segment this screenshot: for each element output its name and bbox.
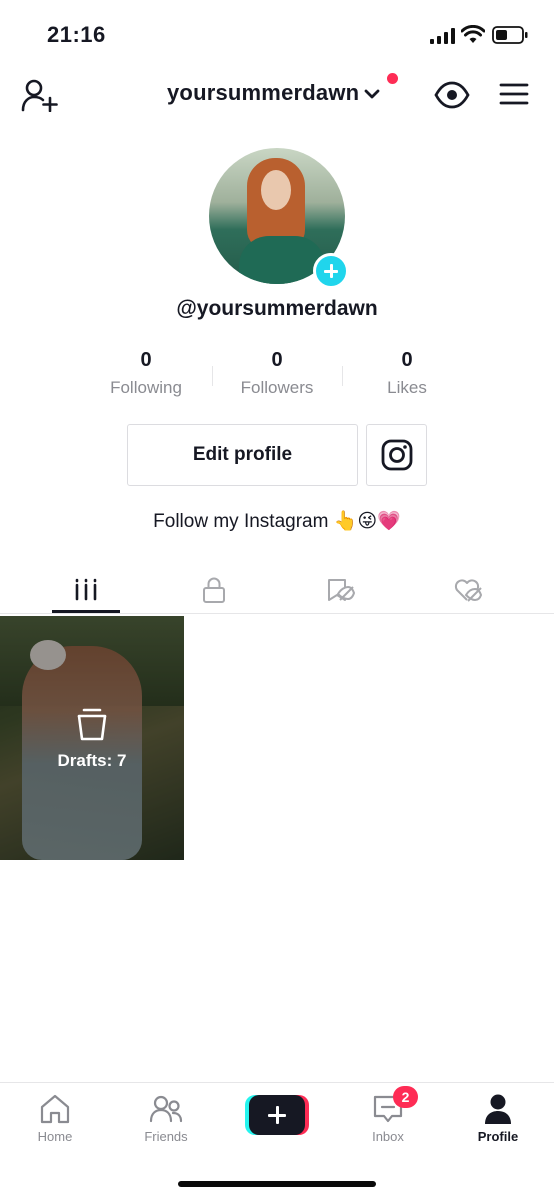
account-switcher[interactable]: yoursummerdawn — [167, 80, 381, 106]
home-indicator — [178, 1181, 376, 1187]
nav-home[interactable]: Home — [5, 1083, 105, 1153]
drafts-box-icon — [77, 708, 107, 741]
following-label: Following — [110, 378, 182, 397]
nav-profile-label: Profile — [477, 1129, 519, 1144]
cellular-signal-icon — [430, 28, 455, 44]
followers-label: Followers — [240, 378, 314, 397]
tab-favorites[interactable] — [306, 566, 374, 614]
add-friend-icon[interactable] — [20, 78, 58, 112]
likes-count: 0 — [401, 349, 413, 371]
eye-icon[interactable] — [434, 80, 470, 110]
tab-liked[interactable] — [434, 566, 502, 614]
nav-inbox-label: Inbox — [372, 1129, 404, 1144]
following-count: 0 — [140, 349, 152, 371]
nav-home-label: Home — [37, 1129, 73, 1144]
chevron-down-icon — [364, 89, 380, 99]
status-bar: 21:16 — [0, 0, 554, 70]
add-avatar-plus-icon[interactable] — [313, 253, 349, 289]
battery-icon — [492, 26, 528, 44]
edit-profile-button[interactable]: Edit profile — [127, 424, 358, 486]
grid-videos-icon — [75, 578, 97, 601]
content-tabs — [0, 566, 554, 614]
instagram-button[interactable] — [366, 424, 427, 486]
wifi-icon — [461, 25, 485, 43]
notification-dot — [387, 73, 398, 84]
profile-icon — [485, 1094, 511, 1124]
create-button[interactable] — [245, 1095, 309, 1135]
favorites-hidden-icon — [328, 579, 355, 601]
likes-stat[interactable]: 0 Likes — [342, 349, 472, 398]
nav-friends[interactable]: Friends — [116, 1083, 216, 1153]
inbox-badge: 2 — [393, 1086, 418, 1108]
tab-videos[interactable] — [52, 566, 120, 614]
tab-private[interactable] — [180, 566, 248, 614]
profile-header: yoursummerdawn — [0, 70, 554, 120]
lock-icon — [203, 577, 225, 603]
status-time: 21:16 — [47, 22, 106, 47]
instagram-icon — [381, 439, 412, 471]
drafts-label: Drafts: 7 — [57, 751, 127, 770]
hamburger-menu-icon[interactable] — [498, 80, 530, 108]
header-username: yoursummerdawn — [167, 80, 360, 105]
active-tab-indicator — [52, 610, 120, 613]
nav-inbox[interactable]: Inbox — [338, 1083, 438, 1153]
avatar-face — [261, 170, 291, 210]
profile-handle: @yoursummerdawn — [176, 297, 378, 320]
nav-profile[interactable]: Profile — [448, 1083, 548, 1153]
create-plus-icon — [275, 1106, 279, 1124]
friends-icon — [149, 1095, 183, 1123]
avatar-dress — [239, 236, 325, 284]
followers-stat[interactable]: 0 Followers — [212, 349, 342, 398]
home-icon — [40, 1094, 70, 1124]
followers-count: 0 — [271, 349, 283, 371]
profile-bio: Follow my Instagram 👆😜💗 — [153, 511, 401, 532]
likes-label: Likes — [387, 378, 427, 397]
following-stat[interactable]: 0 Following — [81, 349, 211, 398]
liked-hidden-icon — [454, 579, 483, 602]
nav-friends-label: Friends — [144, 1129, 188, 1144]
